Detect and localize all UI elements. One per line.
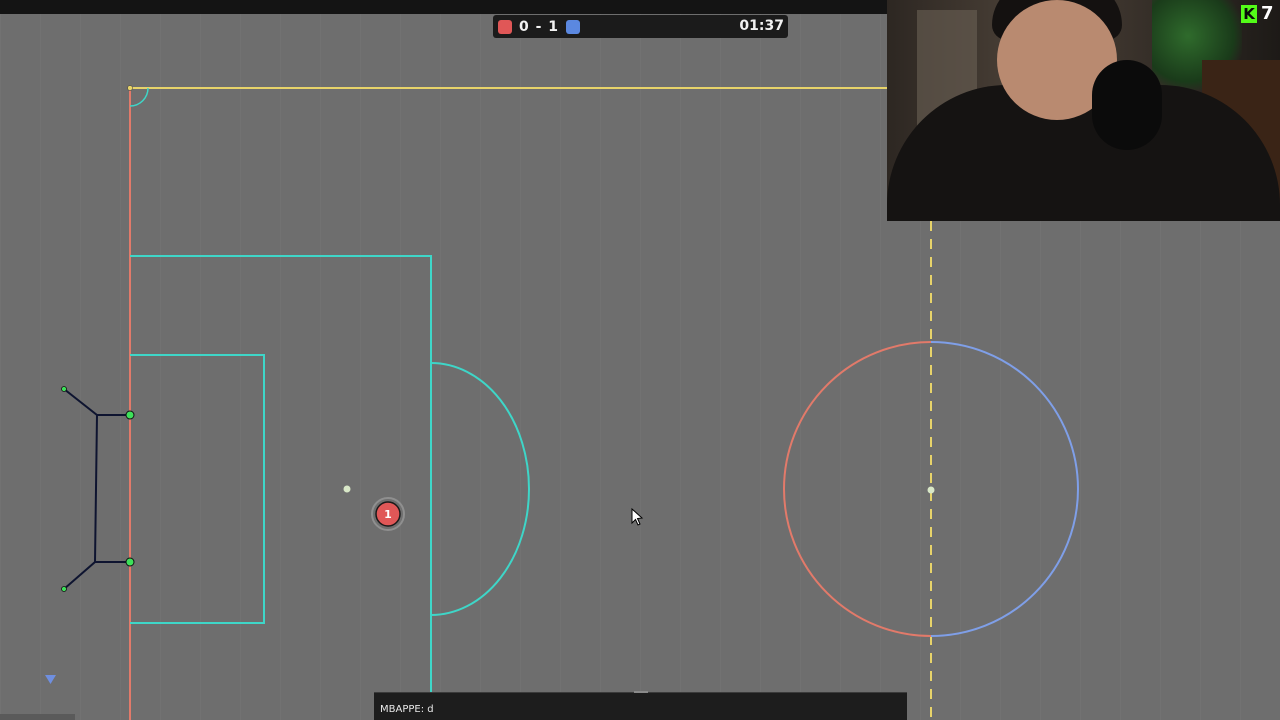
microphone-icon [1092,60,1162,150]
net-anchor-bottom [61,586,67,592]
player-avatar: 1 [384,508,392,521]
chat-input[interactable] [380,702,880,716]
kick-viewer-count: 7 [1261,3,1274,24]
corner-arc [129,87,149,107]
blue-team-swatch [566,19,581,34]
penalty-area [130,255,432,720]
offscreen-indicator-icon [45,675,56,684]
mouse-cursor [631,507,644,526]
goal-area [130,354,265,624]
chat-box[interactable] [374,691,907,720]
player-disc[interactable]: 1 [371,497,405,531]
score-text: 0 - 1 [519,18,560,35]
center-circle-blue-half [930,341,1079,637]
goal-post-bottom [125,557,135,567]
chat-resize-handle[interactable] [634,691,648,693]
game-stage[interactable]: 1 0 - 1 01:37 K 7 [0,0,1280,720]
red-team-swatch [498,19,512,34]
penalty-arc [430,362,530,616]
bottom-left-bar [0,714,75,720]
goal-net [63,388,130,590]
net-anchor-top [61,386,67,392]
center-circle-red-half [783,341,932,637]
kick-logo-icon: K [1241,5,1257,23]
scoreboard: 0 - 1 01:37 [493,15,788,38]
corner-post [127,85,133,91]
center-spot [927,486,935,494]
webcam-overlay [887,0,1280,221]
kick-viewer-badge: K 7 [1241,3,1279,25]
penalty-spot [343,485,351,493]
goal-post-top [125,410,135,420]
match-timer: 01:37 [739,18,784,34]
